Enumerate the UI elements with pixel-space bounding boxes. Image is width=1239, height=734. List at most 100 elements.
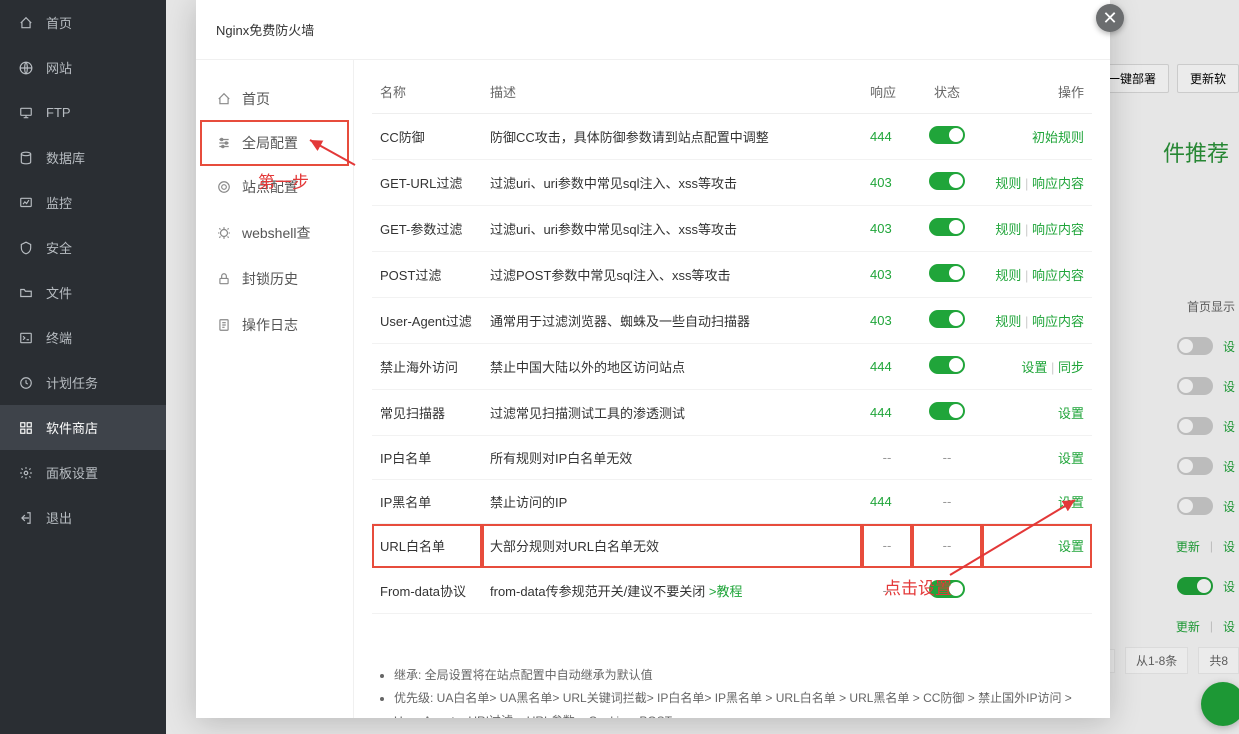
- clock-icon: [18, 375, 34, 391]
- rule-row: 常见扫描器过滤常见扫描测试工具的渗透测试444设置: [372, 390, 1092, 436]
- rule-resp: 444: [862, 344, 912, 390]
- rule-toggle[interactable]: [929, 264, 965, 282]
- rule-ops[interactable]: 规则 | 响应内容: [982, 298, 1092, 344]
- nav-label: 计划任务: [46, 373, 98, 392]
- op-link[interactable]: 初始规则: [1032, 130, 1084, 145]
- rule-ops[interactable]: 规则 | 响应内容: [982, 160, 1092, 206]
- rule-ops[interactable]: [982, 568, 1092, 614]
- rule-state: [912, 298, 982, 344]
- nav-monitor[interactable]: 监控: [0, 180, 166, 225]
- rule-toggle[interactable]: [929, 172, 965, 190]
- close-button[interactable]: ✕: [1096, 4, 1124, 32]
- op-link[interactable]: 规则: [995, 268, 1021, 283]
- rule-ops[interactable]: 初始规则: [982, 114, 1092, 160]
- rule-state: [912, 252, 982, 298]
- home-icon: [216, 91, 232, 107]
- rule-row: CC防御防御CC攻击，具体防御参数请到站点配置中调整444初始规则: [372, 114, 1092, 160]
- rule-toggle[interactable]: [929, 356, 965, 374]
- rule-ops[interactable]: 规则 | 响应内容: [982, 252, 1092, 298]
- mside-webshell[interactable]: webshell查: [196, 210, 353, 256]
- nav-terminal[interactable]: 终端: [0, 315, 166, 360]
- op-link[interactable]: 响应内容: [1032, 268, 1084, 283]
- rule-resp: 444: [862, 480, 912, 524]
- rule-name: GET-参数过滤: [372, 206, 482, 252]
- home-icon: [18, 15, 34, 31]
- op-link[interactable]: 规则: [995, 314, 1021, 329]
- note-priority: 优先级: UA白名单> UA黑名单> URL关键词拦截> IP白名单> IP黑名…: [394, 687, 1092, 718]
- rule-desc: 禁止访问的IP: [482, 480, 862, 524]
- logout-icon: [18, 510, 34, 526]
- nav-home[interactable]: 首页: [0, 0, 166, 45]
- rule-resp: 403: [862, 160, 912, 206]
- mside-blocklog[interactable]: 封锁历史: [196, 256, 353, 302]
- mside-label: 全局配置: [242, 133, 298, 153]
- rule-state: [912, 114, 982, 160]
- op-link[interactable]: 响应内容: [1032, 176, 1084, 191]
- op-link[interactable]: 设置: [1021, 360, 1047, 375]
- nav-appstore[interactable]: 软件商店: [0, 405, 166, 450]
- op-link[interactable]: 规则: [995, 222, 1021, 237]
- nav-cron[interactable]: 计划任务: [0, 360, 166, 405]
- nav-ftp[interactable]: FTP: [0, 90, 166, 135]
- rule-name: GET-URL过滤: [372, 160, 482, 206]
- nav-database[interactable]: 数据库: [0, 135, 166, 180]
- rule-row: URL白名单大部分规则对URL白名单无效----设置: [372, 524, 1092, 568]
- rule-desc: 大部分规则对URL白名单无效: [482, 524, 862, 568]
- mside-label: webshell查: [242, 223, 310, 243]
- rule-row: User-Agent过滤通常用于过滤浏览器、蜘蛛及一些自动扫描器403规则 | …: [372, 298, 1092, 344]
- mside-global[interactable]: 全局配置: [200, 120, 349, 166]
- rule-name: POST过滤: [372, 252, 482, 298]
- nav-label: 文件: [46, 283, 72, 302]
- nav-label: 数据库: [46, 148, 85, 167]
- nav-site[interactable]: 网站: [0, 45, 166, 90]
- rule-desc: from-data传参规范开关/建议不要关闭 >教程: [482, 568, 862, 614]
- rule-ops[interactable]: 设置: [982, 436, 1092, 480]
- op-link[interactable]: 设置: [1058, 539, 1084, 554]
- note-inherit: 继承: 全局设置将在站点配置中自动继承为默认值: [394, 664, 1092, 687]
- nav-settings[interactable]: 面板设置: [0, 450, 166, 495]
- mside-label: 首页: [242, 89, 270, 109]
- rule-toggle[interactable]: [929, 402, 965, 420]
- firewall-modal: Nginx免费防火墙 首页 全局配置 站点配置 webshell查 封锁历史 操…: [196, 0, 1110, 718]
- rule-state: [912, 206, 982, 252]
- rule-ops[interactable]: 设置 | 同步: [982, 344, 1092, 390]
- rule-desc: 过滤uri、uri参数中常见sql注入、xss等攻击: [482, 206, 862, 252]
- th-desc: 描述: [482, 70, 862, 114]
- rule-toggle[interactable]: [929, 218, 965, 236]
- rule-row: POST过滤过滤POST参数中常见sql注入、xss等攻击403规则 | 响应内…: [372, 252, 1092, 298]
- rule-ops[interactable]: 设置: [982, 480, 1092, 524]
- modal-main: 名称 描述 响应 状态 操作 CC防御防御CC攻击，具体防御参数请到站点配置中调…: [354, 60, 1110, 718]
- rule-ops[interactable]: 设置: [982, 524, 1092, 568]
- rule-row: GET-参数过滤过滤uri、uri参数中常见sql注入、xss等攻击403规则 …: [372, 206, 1092, 252]
- op-link[interactable]: 设置: [1058, 451, 1084, 466]
- nav-security[interactable]: 安全: [0, 225, 166, 270]
- rule-ops[interactable]: 设置: [982, 390, 1092, 436]
- modal-sidebar: 首页 全局配置 站点配置 webshell查 封锁历史 操作日志: [196, 60, 354, 718]
- nav-label: 软件商店: [46, 418, 98, 437]
- op-link[interactable]: 规则: [995, 176, 1021, 191]
- rule-ops[interactable]: 规则 | 响应内容: [982, 206, 1092, 252]
- mside-oplog[interactable]: 操作日志: [196, 302, 353, 348]
- nav-label: 监控: [46, 193, 72, 212]
- rule-name: CC防御: [372, 114, 482, 160]
- folder-icon: [18, 285, 34, 301]
- modal-title: Nginx免费防火墙: [216, 20, 314, 39]
- op-link[interactable]: 响应内容: [1032, 314, 1084, 329]
- tutorial-link[interactable]: >教程: [705, 584, 742, 599]
- mside-site[interactable]: 站点配置: [196, 164, 353, 210]
- mside-home[interactable]: 首页: [196, 76, 353, 122]
- op-link[interactable]: 设置: [1058, 495, 1084, 510]
- op-link[interactable]: 设置: [1058, 406, 1084, 421]
- op-link[interactable]: 同步: [1058, 360, 1084, 375]
- rule-toggle[interactable]: [929, 580, 965, 598]
- rule-resp: 444: [862, 114, 912, 160]
- nav-logout[interactable]: 退出: [0, 495, 166, 540]
- rule-toggle[interactable]: [929, 126, 965, 144]
- rule-resp: 444: [862, 390, 912, 436]
- rule-toggle[interactable]: [929, 310, 965, 328]
- th-ops: 操作: [982, 70, 1092, 114]
- nav-files[interactable]: 文件: [0, 270, 166, 315]
- op-link[interactable]: 响应内容: [1032, 222, 1084, 237]
- rule-name: 禁止海外访问: [372, 344, 482, 390]
- bug-icon: [216, 225, 232, 241]
